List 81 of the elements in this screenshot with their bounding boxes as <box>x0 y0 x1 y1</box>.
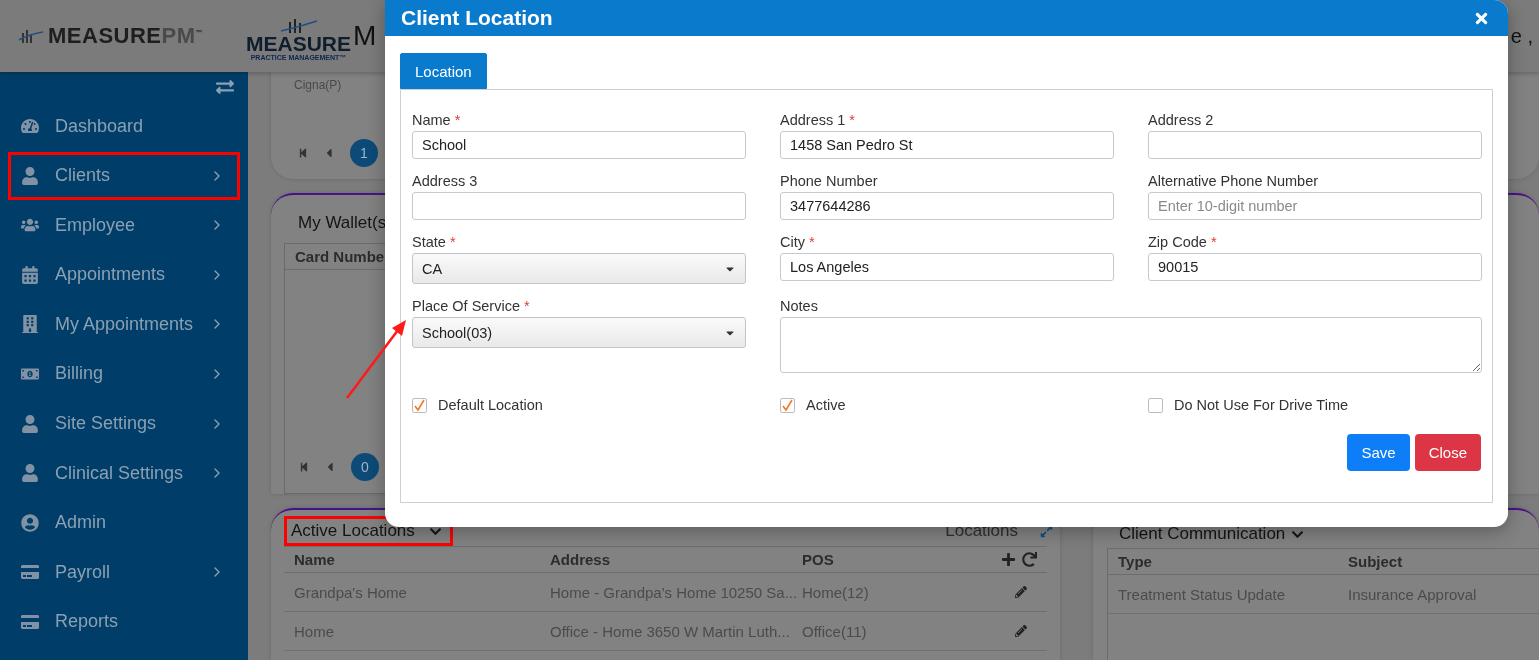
user-icon <box>19 414 41 433</box>
card-title: My Wallet(s <box>297 212 388 234</box>
sidebar-label: Clients <box>55 165 112 187</box>
logo: MEASUREPM$^{™}$ <box>0 23 246 49</box>
field-label: Place Of Service * <box>412 298 531 314</box>
building-icon <box>19 315 41 334</box>
field-label: Phone Number <box>780 173 879 189</box>
sidebar-label: Clinical Settings <box>55 462 185 484</box>
column-header: Type <box>1118 553 1153 570</box>
gauge-icon <box>19 117 41 135</box>
sidebar-label: Appointments <box>55 264 167 286</box>
sidebar-item[interactable]: Payroll <box>8 548 240 597</box>
sidebar-label: Billing <box>55 363 105 385</box>
sidebar-item[interactable]: Billing <box>8 349 240 398</box>
page-number[interactable]: 0 <box>351 453 379 481</box>
first-page-icon[interactable] <box>298 148 308 158</box>
text-field[interactable]: School <box>412 131 746 159</box>
text-field[interactable]: 1458 San Pedro St <box>780 131 1114 159</box>
checkbox[interactable] <box>412 397 427 413</box>
checkbox-label: Do Not Use For Drive Time <box>1174 397 1349 413</box>
checkbox[interactable] <box>780 397 795 413</box>
calendar-icon <box>19 265 41 284</box>
field-label: Alternative Phone Number <box>1148 173 1320 189</box>
field-label: Address 1 * <box>780 112 856 128</box>
tab[interactable]: Location <box>400 53 487 89</box>
sidebar-label: Site Settings <box>55 413 158 435</box>
text-field[interactable]: 90015 <box>1148 253 1482 281</box>
add-icon[interactable] <box>1001 552 1016 567</box>
refresh-icon[interactable] <box>1022 552 1037 567</box>
communication-title[interactable]: Client Communication <box>1119 524 1286 544</box>
field-label: Zip Code * <box>1148 234 1218 250</box>
sidebar-item[interactable]: Admin <box>8 498 240 547</box>
edit-icon[interactable] <box>1015 586 1027 598</box>
text-field[interactable] <box>1148 131 1482 159</box>
field-label: Address 2 <box>1148 112 1215 128</box>
checkbox-label: Active <box>806 397 846 413</box>
credit-card-icon <box>19 563 41 582</box>
checkbox[interactable] <box>1148 397 1163 413</box>
field-label: Name * <box>412 112 462 128</box>
sidebar-item[interactable]: Clinical Settings <box>8 449 240 498</box>
sidebar-label: Admin <box>55 512 108 534</box>
text-field[interactable]: Los Angeles <box>780 253 1114 281</box>
card-caption: Locations <box>945 521 1018 541</box>
sidebar-label: Dashboard <box>55 115 145 137</box>
close-dialog-button[interactable]: Close <box>1414 434 1481 471</box>
credit-card-icon <box>19 612 41 631</box>
dropdown[interactable]: School(03) <box>412 317 746 348</box>
page-number[interactable]: 1 <box>350 139 378 167</box>
sidebar-item[interactable]: Employee <box>8 201 240 250</box>
page-title: M <box>353 20 377 52</box>
field-label: Address 3 <box>412 173 479 189</box>
column-header: POS <box>802 551 835 568</box>
sidebar-item[interactable]: Clients <box>8 151 240 200</box>
column-header: Subject <box>1348 553 1404 570</box>
sidebar-label: Reports <box>55 611 120 633</box>
text-field[interactable] <box>412 192 746 220</box>
user-icon <box>19 166 41 185</box>
notes-field[interactable] <box>780 317 1482 373</box>
sidebar-item[interactable]: Reports <box>8 597 240 646</box>
sidebar-item[interactable]: Appointments <box>8 250 240 299</box>
edit-icon[interactable] <box>1015 625 1027 637</box>
text-field[interactable]: 3477644286 <box>780 192 1114 220</box>
save-button[interactable]: Save <box>1347 434 1410 471</box>
text-field[interactable]: Enter 10-digit number <box>1148 192 1482 220</box>
column-header: Address <box>550 551 612 568</box>
user-icon <box>19 464 41 483</box>
sidebar-item[interactable]: Dashboard <box>8 102 240 150</box>
sidebar-label: My Appointments <box>55 313 195 335</box>
dialog-title: Client Location <box>401 6 553 30</box>
first-page-icon[interactable] <box>299 462 309 472</box>
user-greeting: e , <box>1510 24 1533 48</box>
sidebar-item[interactable]: Site Settings <box>8 399 240 448</box>
sidebar-label: Employee <box>55 214 137 236</box>
column-header: Name <box>294 551 336 568</box>
field-label: Notes <box>780 298 819 314</box>
insurance-name: Cigna(P) <box>293 77 343 92</box>
sidebar-label: Payroll <box>55 561 112 583</box>
checkbox-label: Default Location <box>438 397 543 413</box>
dropdown[interactable]: CA <box>412 253 746 284</box>
sidebar-item[interactable]: My Appointments <box>8 300 240 349</box>
toggle-sidebar-icon[interactable] <box>216 78 234 96</box>
